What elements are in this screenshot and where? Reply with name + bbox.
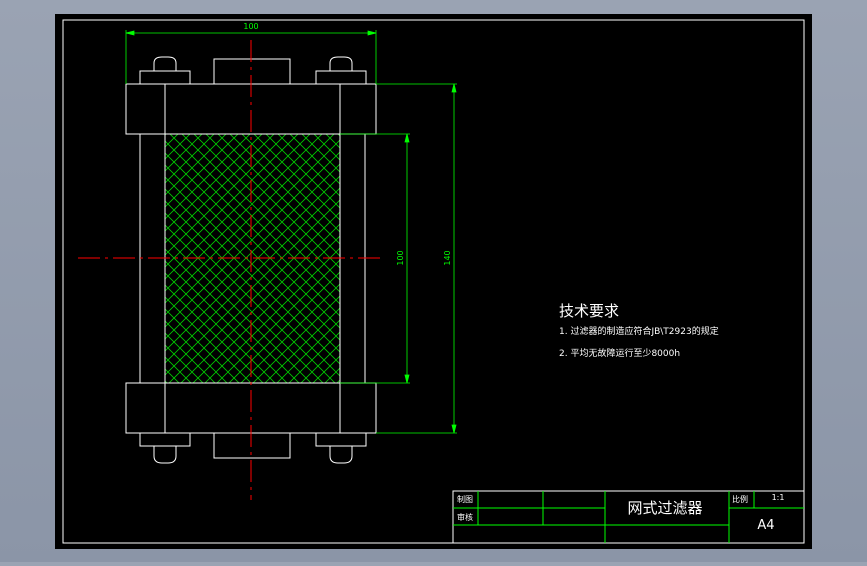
sheet-size: A4: [757, 518, 774, 533]
drawing-canvas: 100 100 140 技术要求 1. 过滤器的制造应符合JB\T2923的规定…: [55, 14, 812, 549]
dim-inner-height-label: 100: [396, 250, 405, 265]
drawn-label: 制图: [457, 494, 473, 504]
cad-viewport[interactable]: 100 100 140 技术要求 1. 过滤器的制造应符合JB\T2923的规定…: [0, 0, 867, 562]
checked-label: 审核: [457, 512, 473, 522]
dim-width-label: 100: [243, 22, 258, 31]
scale-value: 1:1: [772, 493, 785, 502]
notes-line-1: 1. 过滤器的制造应符合JB\T2923的规定: [559, 325, 719, 337]
dim-overall-height-label: 140: [443, 250, 452, 265]
part-name: 网式过滤器: [627, 499, 702, 517]
notes-line-2: 2. 平均无故障运行至少8000h: [559, 347, 680, 359]
scale-label: 比例: [732, 494, 748, 504]
notes-heading: 技术要求: [559, 302, 619, 320]
